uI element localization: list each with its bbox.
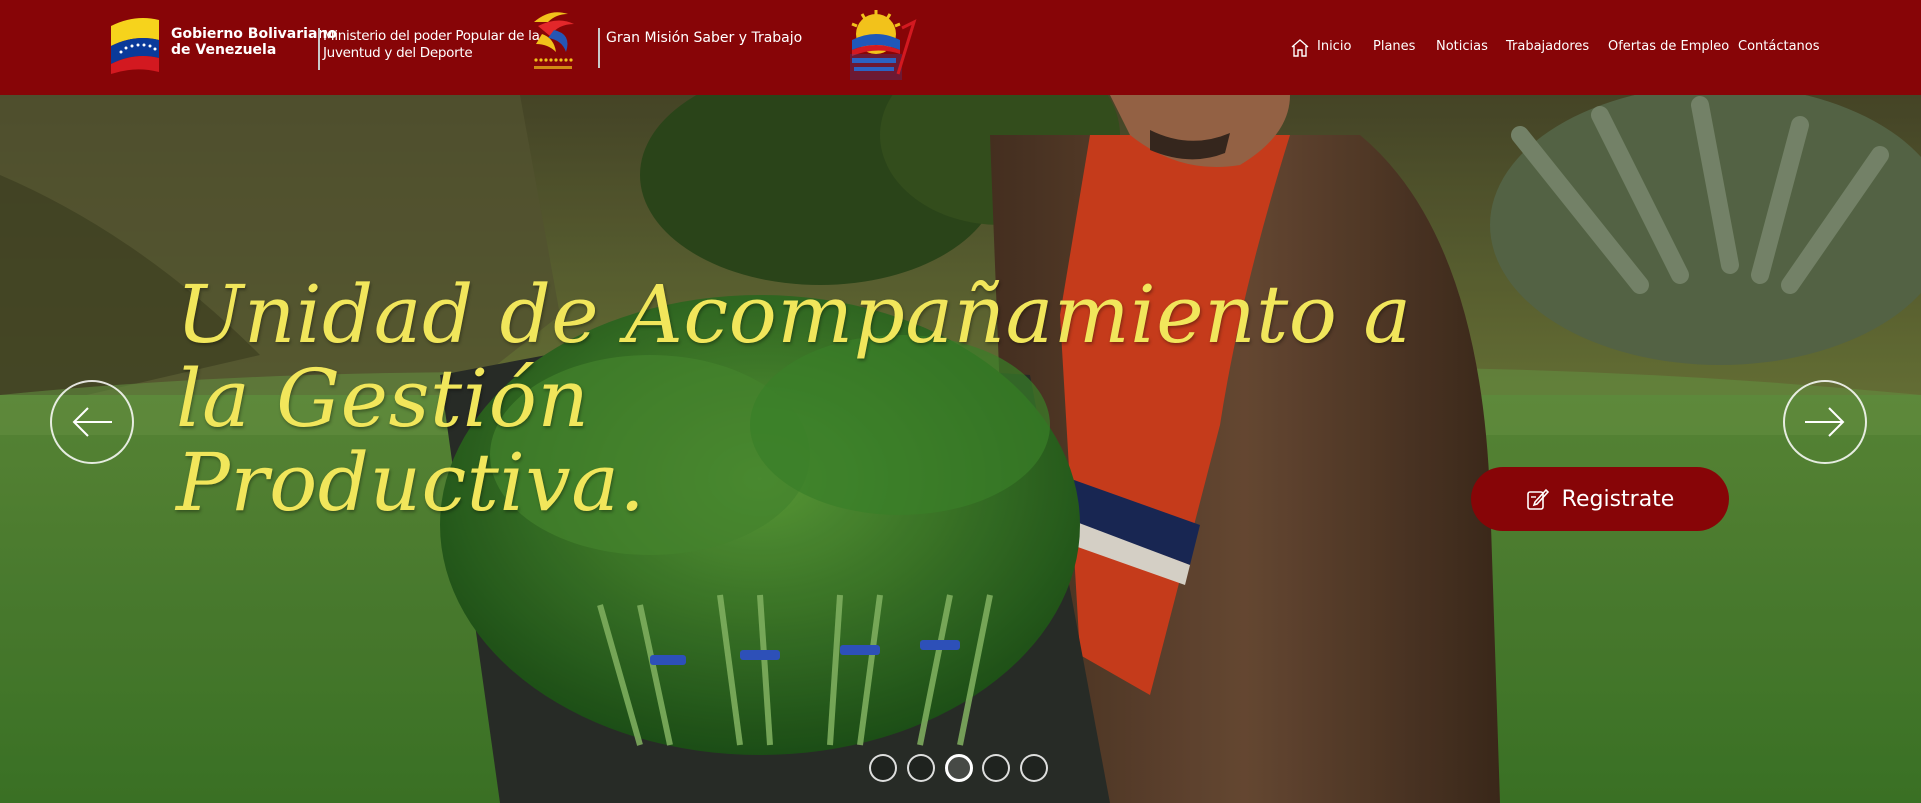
home-icon[interactable] [1290, 38, 1310, 58]
gran-mision-logo [850, 10, 917, 80]
ministry-label: Ministerio del poder Popular de la Juven… [323, 28, 540, 62]
hero-headline: Unidad de Acompañamiento a la Gestión Pr… [176, 273, 1506, 525]
nav-item-planes[interactable]: Planes [1373, 39, 1415, 54]
ministry-line-1: Ministerio del poder Popular de la [323, 28, 540, 44]
nav-item-trabajadores[interactable]: Trabajadores [1506, 39, 1589, 54]
nav-item-noticias[interactable]: Noticias [1436, 39, 1488, 54]
ministry-line-2: Juventud y del Deporte [323, 45, 473, 61]
nav-item-ofertas-de-empleo[interactable]: Ofertas de Empleo [1608, 39, 1729, 54]
edit-icon [1526, 488, 1549, 510]
gov-line-2: de Venezuela [171, 42, 277, 58]
venezuela-flag-icon [111, 18, 159, 74]
arrow-right-icon [1805, 407, 1845, 437]
nav-item-contactanos[interactable]: Contáctanos [1738, 39, 1820, 54]
headline-line-2: Productiva. [176, 436, 646, 529]
ministry-juventud-logo [534, 12, 574, 69]
slide-dot-4[interactable] [982, 754, 1010, 782]
register-label: Registrate [1561, 486, 1675, 512]
slide-dot-5[interactable] [1020, 754, 1048, 782]
slide-dot-2[interactable] [907, 754, 935, 782]
site-header: Gobierno Bolivariano de Venezuela Minist… [0, 0, 1921, 95]
slider-next-button[interactable] [1783, 380, 1867, 464]
slider-prev-button[interactable] [50, 380, 134, 464]
headline-line-1: Unidad de Acompañamiento a la Gestión [176, 268, 1412, 445]
mission-label: Gran Misión Saber y Trabajo [606, 30, 803, 46]
gov-line-1: Gobierno Bolivariano [171, 26, 337, 42]
slide-dot-3[interactable] [945, 754, 973, 782]
nav-item-inicio[interactable]: Inicio [1317, 39, 1351, 54]
header-divider [598, 28, 600, 68]
hero-slider: Unidad de Acompañamiento a la Gestión Pr… [0, 95, 1921, 803]
header-divider [318, 28, 320, 70]
arrow-left-icon [72, 407, 112, 437]
slide-dot-1[interactable] [869, 754, 897, 782]
government-label: Gobierno Bolivariano de Venezuela [171, 26, 337, 58]
register-button[interactable]: Registrate [1471, 467, 1729, 531]
